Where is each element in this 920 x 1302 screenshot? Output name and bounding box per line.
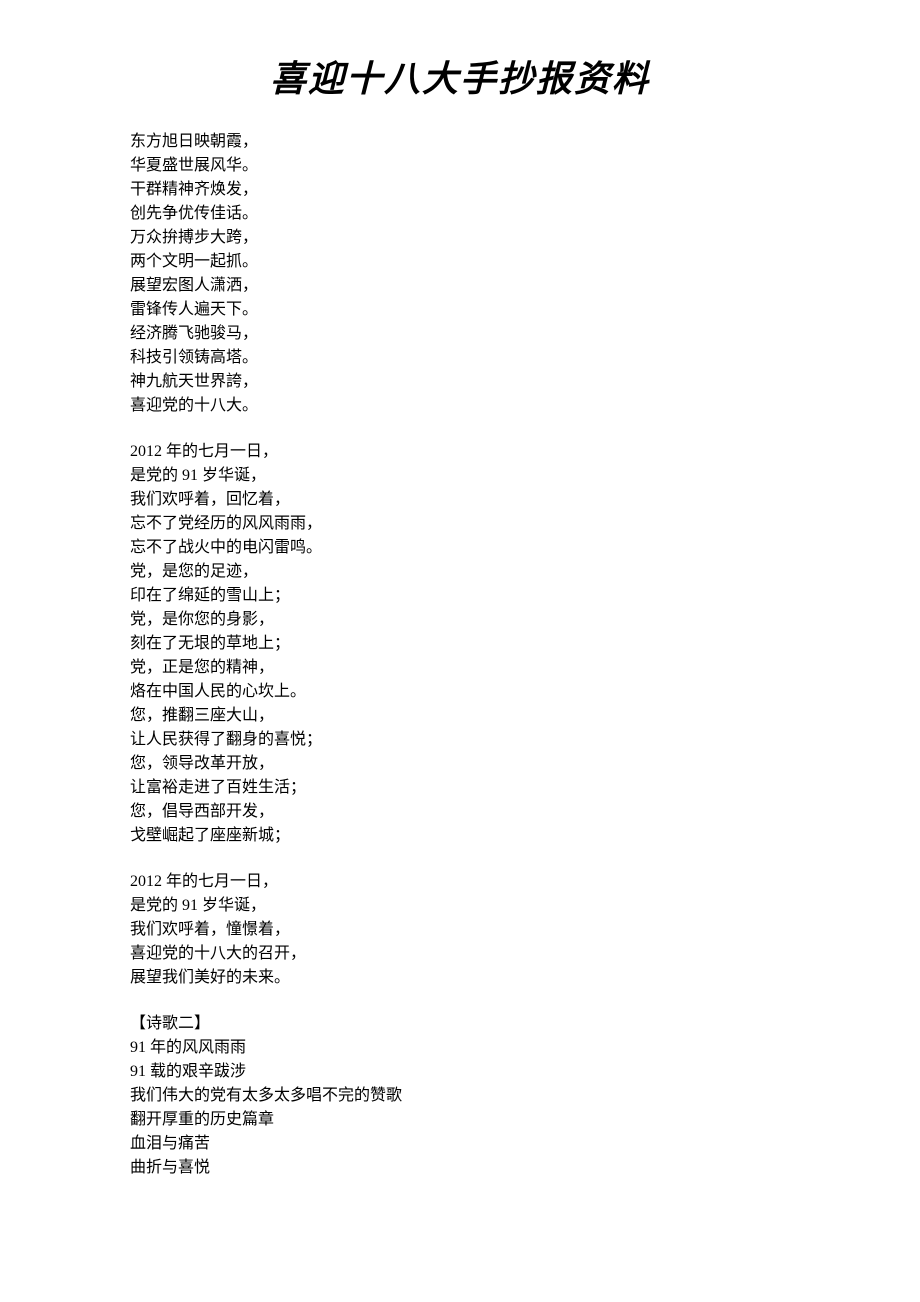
poem-line: 干群精神齐焕发， bbox=[130, 178, 790, 202]
poem-line: 91 载的艰辛跋涉 bbox=[130, 1060, 790, 1084]
poem-line: 2012 年的七月一日， bbox=[130, 440, 790, 464]
poem-line: 91 年的风风雨雨 bbox=[130, 1036, 790, 1060]
poem-line: 喜迎党的十八大的召开， bbox=[130, 942, 790, 966]
poem-line: 【诗歌二】 bbox=[130, 1012, 790, 1036]
poem-line: 喜迎党的十八大。 bbox=[130, 394, 790, 418]
poem-line: 是党的 91 岁华诞， bbox=[130, 464, 790, 488]
poem-line: 印在了绵延的雪山上； bbox=[130, 584, 790, 608]
stanza: 2012 年的七月一日，是党的 91 岁华诞，我们欢呼着，回忆着，忘不了党经历的… bbox=[130, 440, 790, 848]
poem-line: 我们伟大的党有太多太多唱不完的赞歌 bbox=[130, 1084, 790, 1108]
poem-line: 是党的 91 岁华诞， bbox=[130, 894, 790, 918]
poem-line: 两个文明一起抓。 bbox=[130, 250, 790, 274]
poem-line: 忘不了党经历的风风雨雨， bbox=[130, 512, 790, 536]
poem-line: 经济腾飞驰骏马， bbox=[130, 322, 790, 346]
document-page: 喜迎十八大手抄报资料 东方旭日映朝霞，华夏盛世展风华。干群精神齐焕发，创先争优传… bbox=[0, 50, 920, 1180]
document-title: 喜迎十八大手抄报资料 bbox=[0, 50, 920, 102]
stanza: 东方旭日映朝霞，华夏盛世展风华。干群精神齐焕发，创先争优传佳话。万众拚搏步大跨，… bbox=[130, 130, 790, 418]
document-content: 东方旭日映朝霞，华夏盛世展风华。干群精神齐焕发，创先争优传佳话。万众拚搏步大跨，… bbox=[0, 130, 920, 1180]
poem-line: 让富裕走进了百姓生活； bbox=[130, 776, 790, 800]
poem-line: 您，倡导西部开发， bbox=[130, 800, 790, 824]
poem-line: 展望我们美好的未来。 bbox=[130, 966, 790, 990]
poem-line: 忘不了战火中的电闪雷鸣。 bbox=[130, 536, 790, 560]
stanza: 【诗歌二】91 年的风风雨雨91 载的艰辛跋涉我们伟大的党有太多太多唱不完的赞歌… bbox=[130, 1012, 790, 1180]
stanza: 2012 年的七月一日，是党的 91 岁华诞，我们欢呼着，憧憬着，喜迎党的十八大… bbox=[130, 870, 790, 990]
poem-line: 我们欢呼着，憧憬着， bbox=[130, 918, 790, 942]
poem-line: 万众拚搏步大跨， bbox=[130, 226, 790, 250]
poem-line: 2012 年的七月一日， bbox=[130, 870, 790, 894]
poem-line: 让人民获得了翻身的喜悦； bbox=[130, 728, 790, 752]
poem-line: 党，是您的足迹， bbox=[130, 560, 790, 584]
poem-line: 您，领导改革开放， bbox=[130, 752, 790, 776]
poem-line: 您，推翻三座大山， bbox=[130, 704, 790, 728]
poem-line: 华夏盛世展风华。 bbox=[130, 154, 790, 178]
poem-line: 党，正是您的精神， bbox=[130, 656, 790, 680]
poem-line: 曲折与喜悦 bbox=[130, 1156, 790, 1180]
poem-line: 党，是你您的身影， bbox=[130, 608, 790, 632]
poem-line: 戈壁崛起了座座新城； bbox=[130, 824, 790, 848]
poem-line: 刻在了无垠的草地上； bbox=[130, 632, 790, 656]
poem-line: 我们欢呼着，回忆着， bbox=[130, 488, 790, 512]
poem-line: 雷锋传人遍天下。 bbox=[130, 298, 790, 322]
poem-line: 创先争优传佳话。 bbox=[130, 202, 790, 226]
poem-line: 科技引领铸高塔。 bbox=[130, 346, 790, 370]
poem-line: 东方旭日映朝霞， bbox=[130, 130, 790, 154]
poem-line: 神九航天世界誇， bbox=[130, 370, 790, 394]
poem-line: 血泪与痛苦 bbox=[130, 1132, 790, 1156]
poem-line: 展望宏图人潇洒， bbox=[130, 274, 790, 298]
poem-line: 翻开厚重的历史篇章 bbox=[130, 1108, 790, 1132]
poem-line: 烙在中国人民的心坎上。 bbox=[130, 680, 790, 704]
